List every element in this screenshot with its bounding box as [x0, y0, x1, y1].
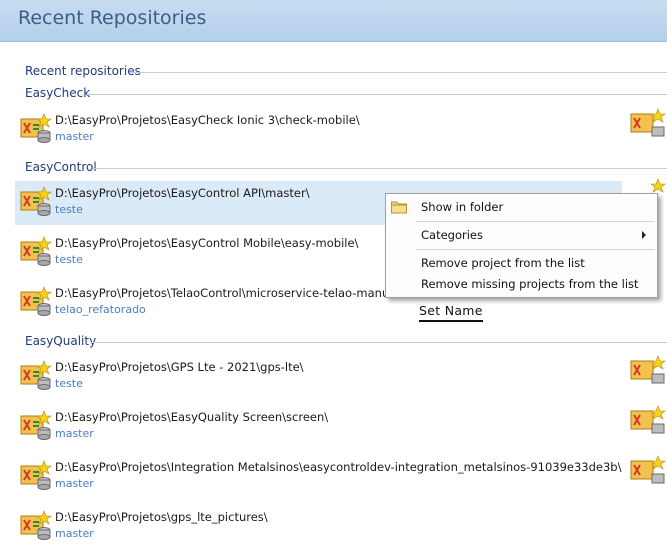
- repo-path: D:\EasyPro\Projetos\Integration Metalsin…: [55, 460, 622, 474]
- repo-path: D:\EasyPro\Projetos\EasyCheck Ionic 3\ch…: [55, 113, 360, 127]
- repo-branch: master: [55, 130, 94, 143]
- repo-branch: telao_refatorado: [55, 303, 146, 316]
- repository-icon: [20, 286, 52, 316]
- repository-icon: [20, 113, 52, 143]
- submenu-arrow-icon: [642, 231, 646, 239]
- repo-path: D:\EasyPro\Projetos\EasyQuality Screen\s…: [55, 410, 329, 424]
- repo-item[interactable]: D:\EasyPro\Projetos\gps_lte_pictures\ ma…: [15, 505, 622, 549]
- menu-item-label: Show in folder: [421, 200, 504, 214]
- repo-item[interactable]: D:\EasyPro\Projetos\EasyCheck Ionic 3\ch…: [15, 108, 622, 152]
- repo-branch: teste: [55, 253, 83, 266]
- repository-icon[interactable]: [630, 108, 667, 138]
- repo-item[interactable]: D:\EasyPro\Projetos\Integration Metalsin…: [15, 455, 622, 499]
- repository-icon: [20, 510, 52, 540]
- repo-path: D:\EasyPro\Projetos\EasyControl API\mast…: [55, 186, 310, 200]
- menu-item-label: Remove missing projects from the list: [421, 277, 639, 291]
- repo-branch: master: [55, 477, 94, 490]
- title-bar: Recent Repositories: [0, 0, 667, 42]
- folder-icon: [391, 201, 407, 214]
- repo-branch: master: [55, 527, 94, 540]
- group-header-easyquality[interactable]: EasyQuality: [25, 334, 667, 348]
- repo-branch: teste: [55, 377, 83, 390]
- section-label: Recent repositories: [25, 64, 141, 78]
- repo-path: D:\EasyPro\Projetos\EasyControl Mobile\e…: [55, 236, 359, 250]
- menu-item-remove-missing[interactable]: Remove missing projects from the list: [387, 274, 656, 294]
- menu-separator: [416, 221, 655, 222]
- repository-icon: [20, 460, 52, 490]
- group-label: EasyCheck: [25, 86, 91, 100]
- section-divider: [130, 72, 667, 73]
- repo-branch: master: [55, 427, 94, 440]
- menu-separator: [416, 249, 655, 250]
- repo-branch: teste: [55, 203, 83, 216]
- section-header-recent: Recent repositories: [25, 64, 667, 78]
- repository-icon[interactable]: [630, 455, 667, 485]
- menu-item-remove-project[interactable]: Remove project from the list: [387, 253, 656, 273]
- menu-item-label: Categories: [421, 228, 483, 242]
- repo-path: D:\EasyPro\Projetos\GPS Lte - 2021\gps-l…: [55, 360, 304, 374]
- repo-path: D:\EasyPro\Projetos\TelaoControl\microse…: [55, 286, 409, 300]
- repository-icon: [20, 186, 52, 216]
- menu-item-label: Remove project from the list: [421, 256, 585, 270]
- window-title: Recent Repositories: [18, 7, 207, 29]
- group-header-easycontrol[interactable]: EasyControl: [25, 160, 667, 174]
- repository-icon: [20, 360, 52, 390]
- menu-item-categories[interactable]: Categories: [387, 225, 656, 245]
- repo-item[interactable]: D:\EasyPro\Projetos\GPS Lte - 2021\gps-l…: [15, 355, 622, 399]
- repo-item[interactable]: D:\EasyPro\Projetos\EasyQuality Screen\s…: [15, 405, 622, 449]
- repository-icon: [20, 410, 52, 440]
- group-label: EasyQuality: [25, 334, 97, 348]
- repository-icon[interactable]: [630, 355, 667, 385]
- group-divider: [87, 94, 667, 95]
- context-menu: Show in folder Categories Remove project…: [385, 193, 658, 298]
- group-label: EasyControl: [25, 160, 97, 174]
- group-header-easycheck[interactable]: EasyCheck: [25, 86, 667, 100]
- group-divider: [93, 168, 667, 169]
- menu-item-show-in-folder[interactable]: Show in folder: [387, 197, 656, 217]
- repo-path: D:\EasyPro\Projetos\gps_lte_pictures\: [55, 510, 268, 524]
- repository-icon: [20, 236, 52, 266]
- set-name-label[interactable]: Set Name: [419, 303, 483, 322]
- repository-icon[interactable]: [630, 405, 667, 435]
- group-divider: [91, 342, 667, 343]
